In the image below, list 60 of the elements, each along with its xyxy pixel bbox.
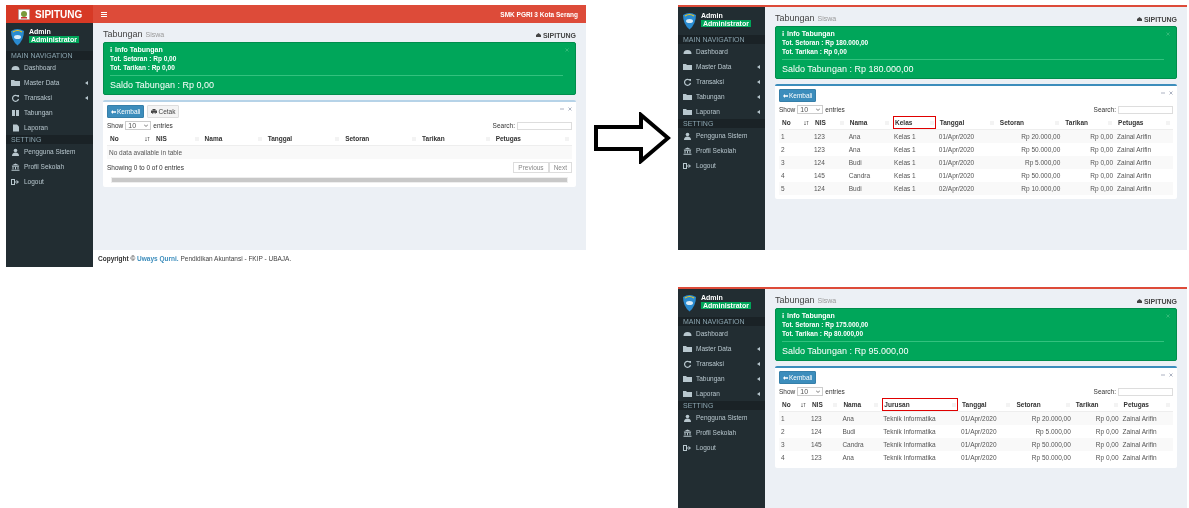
caret-icon (144, 124, 149, 127)
balance-text: Saldo Tabungan : Rp 95.000,00 (782, 346, 910, 356)
close-icon[interactable] (1169, 91, 1173, 95)
arrow-left-icon (783, 375, 788, 380)
close-icon[interactable] (568, 107, 572, 111)
folder-icon (683, 344, 692, 353)
arrow-left-icon (111, 109, 116, 114)
bank-icon (11, 162, 20, 171)
file-icon (11, 123, 20, 132)
folder-icon (11, 78, 20, 87)
logo-icon (18, 8, 30, 20)
balance-text: Saldo Tabungan : Rp 180.000,00 (782, 64, 915, 74)
home-icon (1136, 17, 1142, 21)
close-icon[interactable] (1169, 373, 1173, 377)
folder-icon (683, 62, 692, 71)
caret-icon (816, 108, 821, 111)
menu-icon[interactable] (101, 11, 107, 17)
sign-out-icon (683, 161, 692, 170)
sign-out-icon (11, 177, 20, 186)
minimize-icon[interactable] (1161, 91, 1165, 95)
minimize-icon[interactable] (560, 107, 564, 111)
refresh-icon (11, 93, 20, 102)
bank-icon (683, 428, 692, 437)
books-icon (11, 108, 20, 117)
bank-icon (683, 146, 692, 155)
user-icon (11, 147, 20, 156)
dashboard-icon (683, 329, 692, 338)
close-icon[interactable] (1166, 32, 1170, 36)
minimize-icon[interactable] (1161, 373, 1165, 377)
page-title: Tabungan (103, 29, 143, 39)
balance-text: Saldo Tabungan : Rp 0,00 (110, 80, 215, 90)
arrow-right-icon (593, 112, 671, 164)
sort-icon (929, 120, 934, 125)
user-icon (683, 413, 692, 422)
sort-ascending-icon (804, 120, 809, 125)
search-field[interactable] (1118, 105, 1173, 114)
avatar-icon (10, 28, 25, 46)
close-icon[interactable] (565, 48, 569, 52)
close-icon[interactable] (1166, 314, 1170, 318)
avatar-icon (682, 12, 697, 30)
home-icon (1136, 299, 1142, 303)
refresh-icon (683, 359, 692, 368)
sort-ascending-icon (800, 402, 806, 407)
caret-icon (816, 390, 821, 393)
search-field[interactable] (517, 121, 572, 130)
printer-icon (151, 109, 158, 114)
page-title: Tabungan (775, 13, 815, 23)
refresh-icon (683, 77, 692, 86)
dashboard-icon (11, 63, 20, 72)
sign-out-icon (683, 443, 692, 452)
dashboard-icon (683, 47, 692, 56)
arrow-left-icon (783, 93, 788, 98)
avatar-icon (682, 294, 697, 312)
page-title: Tabungan (775, 295, 815, 305)
sort-ascending-icon (145, 136, 151, 141)
home-icon (535, 33, 541, 37)
sort-icon (952, 402, 957, 407)
search-field[interactable] (1118, 387, 1173, 396)
user-icon (683, 131, 692, 140)
horizontal-scrollbar[interactable] (111, 177, 568, 183)
